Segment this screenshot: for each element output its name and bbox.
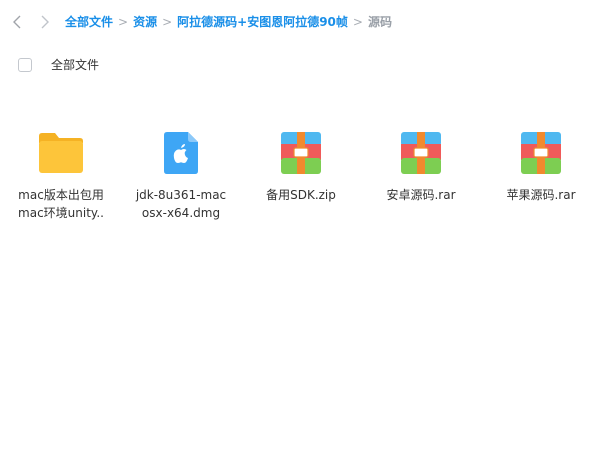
breadcrumb-item-project[interactable]: 阿拉德源码+安图恩阿拉德90帧 (177, 13, 348, 30)
file-name: 备用SDK.zip (246, 186, 356, 204)
breadcrumb-item-current: 源码 (367, 15, 392, 29)
archive-icon (281, 132, 321, 174)
breadcrumb-item-all-files[interactable]: 全部文件 (65, 13, 113, 30)
file-name-line1: 安卓源码.rar (386, 188, 456, 202)
file-name-line2: osx-x64.dmg (141, 206, 221, 220)
forward-button[interactable] (36, 12, 54, 32)
top-bar: 全部文件 > 资源 > 阿拉德源码+安图恩阿拉德90帧 > 源码 (0, 0, 606, 44)
chevron-right-icon (41, 15, 49, 29)
file-item-mac-folder[interactable]: mac版本出包用 mac环境unity.. (6, 128, 116, 222)
breadcrumb-separator: > (352, 14, 363, 29)
breadcrumb-item-resources[interactable]: 资源 (133, 13, 157, 30)
file-name-line2: mac环境unity.. (18, 206, 104, 220)
file-name: 苹果源码.rar (486, 186, 596, 204)
breadcrumb-separator: > (118, 14, 129, 29)
file-name-line1: 苹果源码.rar (506, 188, 576, 202)
file-name-line1: mac版本出包用 (18, 188, 104, 202)
file-name-line1: 备用SDK.zip (266, 188, 336, 202)
select-all-row: 全部文件 (18, 56, 99, 73)
file-item-sdk-zip[interactable]: 备用SDK.zip (246, 128, 356, 204)
breadcrumb: 全部文件 > 资源 > 阿拉德源码+安图恩阿拉德90帧 > 源码 (65, 13, 392, 30)
apple-dmg-icon (164, 132, 198, 174)
select-all-label: 全部文件 (51, 58, 100, 72)
file-item-jdk-dmg[interactable]: jdk-8u361-mac osx-x64.dmg (126, 128, 236, 222)
file-name-line1: jdk-8u361-mac (135, 188, 227, 202)
select-all-checkbox[interactable] (18, 57, 32, 72)
file-item-ios-rar[interactable]: 苹果源码.rar (486, 128, 596, 204)
archive-icon (401, 132, 441, 174)
file-item-android-rar[interactable]: 安卓源码.rar (366, 128, 476, 204)
file-name: 安卓源码.rar (366, 186, 476, 204)
archive-icon (521, 132, 561, 174)
folder-icon (39, 133, 83, 173)
file-name: jdk-8u361-mac osx-x64.dmg (126, 186, 236, 222)
back-button[interactable] (8, 12, 26, 32)
chevron-left-icon (13, 15, 21, 29)
breadcrumb-separator: > (162, 14, 173, 29)
file-name: mac版本出包用 mac环境unity.. (6, 186, 116, 222)
